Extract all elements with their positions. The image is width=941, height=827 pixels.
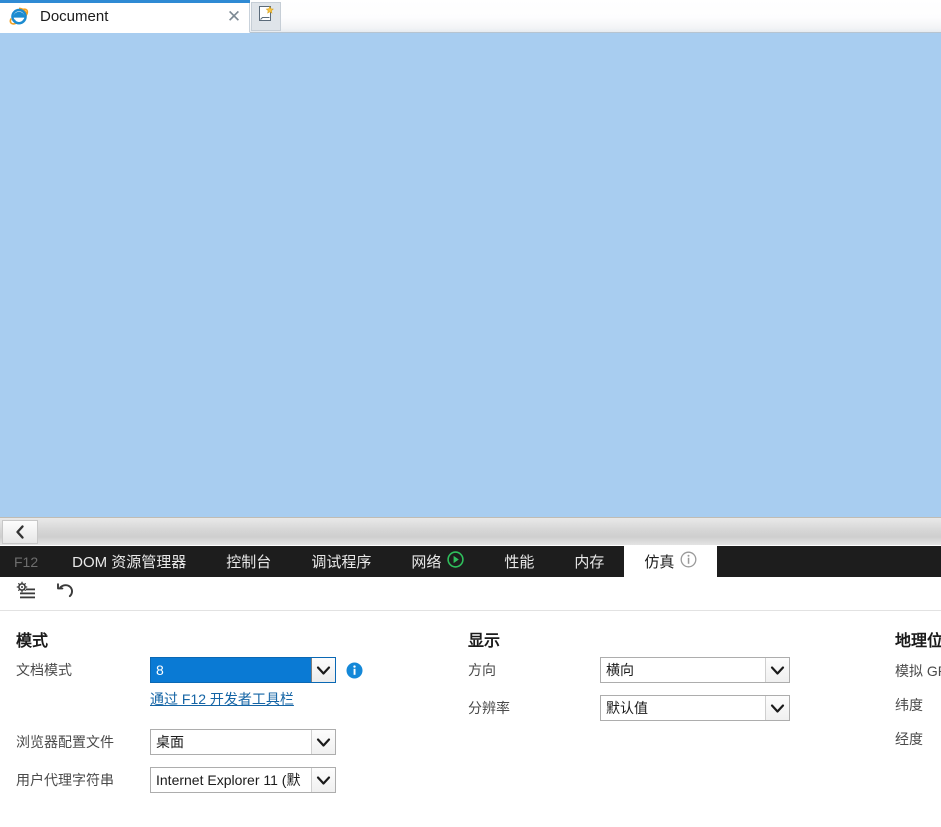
devtools-tab-network[interactable]: 网络 [391, 546, 484, 577]
browser-profile-select[interactable]: 桌面 [150, 729, 336, 755]
f12-toolbar-link[interactable]: 通过 F12 开发者工具栏 [150, 689, 294, 709]
orientation-value: 横向 [606, 662, 634, 678]
devtools-tab-label: 仿真 [644, 554, 675, 571]
chevron-left-icon [16, 525, 24, 539]
browser-profile-row: 浏览器配置文件 桌面 [16, 726, 456, 758]
emulation-toolbar [0, 577, 941, 611]
new-tab-button[interactable] [251, 2, 281, 31]
browser-profile-value: 桌面 [156, 734, 184, 750]
devtools-tab-memory[interactable]: 内存 [554, 546, 624, 577]
devtools-tab-dom-explorer[interactable]: DOM 资源管理器 [52, 546, 206, 577]
latitude-label: 纬度 [895, 696, 923, 713]
browser-tab-strip: Document ✕ [0, 0, 941, 33]
document-mode-info-icon[interactable] [346, 662, 363, 679]
devtools-tab-label: DOM 资源管理器 [72, 554, 187, 571]
longitude-label: 经度 [895, 730, 923, 747]
chevron-down-icon[interactable] [765, 658, 789, 682]
document-mode-value: 8 [151, 658, 311, 682]
resolution-value: 默认值 [606, 700, 648, 716]
user-agent-value: Internet Explorer 11 (默 [156, 772, 301, 788]
display-section-title: 显示 [468, 633, 501, 650]
scroll-left-button[interactable] [2, 520, 38, 544]
devtools-tab-label: 内存 [574, 554, 605, 571]
settings-list-icon [15, 581, 37, 606]
mode-section: 模式 文档模式 8 通过 F12 开发者工具栏 浏览器配置文件 桌面 用户代理字… [16, 611, 456, 796]
user-agent-row: 用户代理字符串 Internet Explorer 11 (默 [16, 764, 456, 796]
devtools-f12-label: F12 [14, 553, 39, 570]
ie-logo-icon [8, 5, 30, 27]
undo-reset-button[interactable] [46, 578, 86, 610]
document-mode-row: 文档模式 8 [16, 654, 456, 686]
user-agent-select[interactable]: Internet Explorer 11 (默 [150, 767, 336, 793]
document-mode-label: 文档模式 [16, 662, 72, 678]
tab-active-accent [0, 0, 250, 3]
geolocation-section: 地理位置 模拟 GPS 纬度 经度 [895, 611, 941, 755]
orientation-row: 方向 横向 [468, 654, 888, 686]
display-section: 显示 方向 横向 分辨率 默认值 [468, 611, 888, 724]
undo-reset-icon [55, 581, 77, 606]
document-mode-sublink-row: 通过 F12 开发者工具栏 [16, 686, 456, 712]
longitude-row: 经度 [895, 722, 941, 755]
devtools-tab-emulation[interactable]: 仿真 [624, 546, 718, 577]
orientation-select[interactable]: 横向 [600, 657, 790, 683]
close-icon[interactable]: ✕ [219, 0, 249, 33]
page-content-area[interactable] [0, 33, 941, 517]
info-icon[interactable] [680, 551, 697, 572]
chevron-down-icon[interactable] [311, 658, 335, 682]
simulate-gps-row: 模拟 GPS [895, 654, 941, 687]
devtools-tab-label: 控制台 [226, 554, 272, 571]
settings-list-button[interactable] [6, 578, 46, 610]
resolution-select[interactable]: 默认值 [600, 695, 790, 721]
document-mode-select[interactable]: 8 [150, 657, 336, 683]
latitude-row: 纬度 [895, 688, 941, 721]
devtools-tab-console[interactable]: 控制台 [206, 546, 291, 577]
emulation-settings-panel: 模式 文档模式 8 通过 F12 开发者工具栏 浏览器配置文件 桌面 用户代理字… [0, 611, 941, 827]
horizontal-scrollbar[interactable] [0, 517, 941, 545]
devtools-tab-label: 性能 [504, 554, 535, 571]
resolution-label: 分辨率 [468, 700, 510, 716]
devtools-tab-label: 调试程序 [311, 554, 372, 571]
user-agent-label: 用户代理字符串 [16, 772, 114, 788]
chevron-down-icon[interactable] [311, 768, 335, 792]
mode-section-title: 模式 [16, 633, 49, 650]
tab-title: Document [40, 7, 109, 25]
scrollbar-track[interactable] [40, 520, 939, 544]
new-tab-page-icon [257, 5, 275, 28]
devtools-tab-label: 网络 [411, 554, 442, 571]
geolocation-section-title: 地理位置 [895, 633, 941, 650]
browser-profile-label: 浏览器配置文件 [16, 734, 114, 750]
orientation-label: 方向 [468, 662, 496, 678]
chevron-down-icon[interactable] [765, 696, 789, 720]
devtools-tab-performance[interactable]: 性能 [484, 546, 554, 577]
play-record-icon[interactable] [447, 551, 465, 572]
resolution-row: 分辨率 默认值 [468, 692, 888, 724]
chevron-down-icon[interactable] [311, 730, 335, 754]
browser-tab[interactable]: Document ✕ [0, 0, 250, 33]
simulate-gps-label: 模拟 GPS [895, 662, 941, 679]
devtools-tab-debugger[interactable]: 调试程序 [291, 546, 391, 577]
devtools-tab-bar: F12 DOM 资源管理器 控制台 调试程序 网络 性能 内存 仿真 [0, 546, 941, 577]
